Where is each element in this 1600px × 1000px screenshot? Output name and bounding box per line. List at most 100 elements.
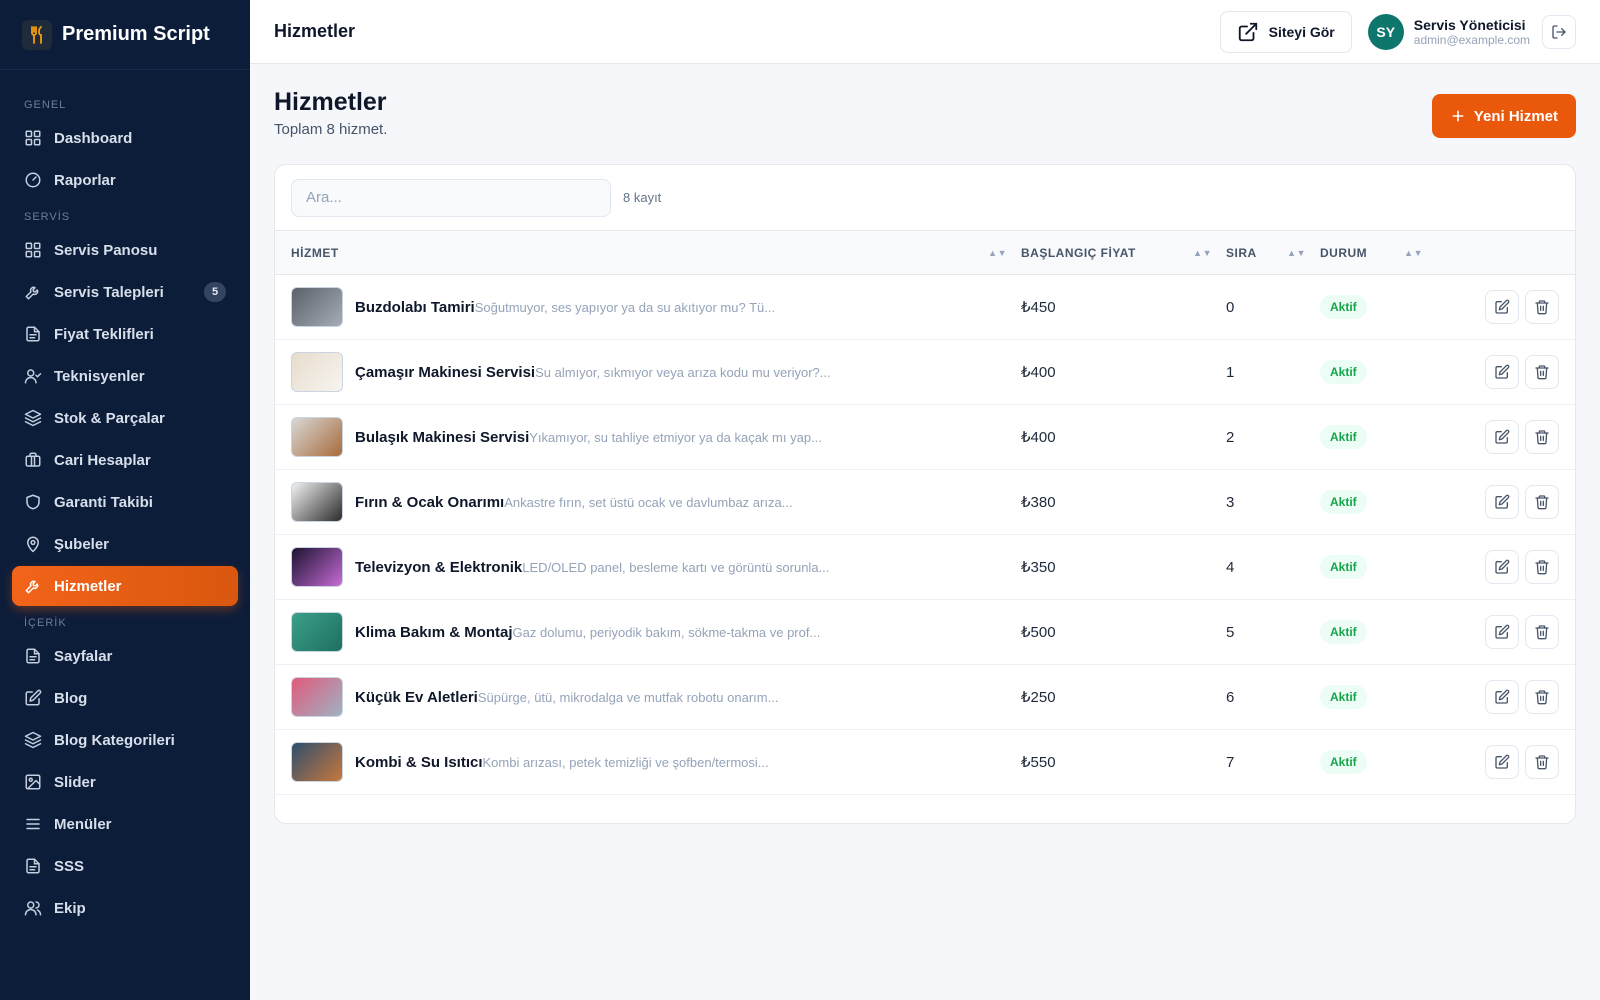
brand-title: Premium Script — [62, 23, 210, 45]
service-order: 7 — [1226, 753, 1235, 771]
edit-button[interactable] — [1485, 615, 1519, 649]
sidebar-item-blog[interactable]: Blog — [12, 678, 238, 718]
page-header: Hizmetler Toplam 8 hizmet. Yeni Hizmet — [274, 64, 1576, 164]
sidebar-item-badge: 5 — [204, 282, 226, 302]
edit-button[interactable] — [1485, 550, 1519, 584]
avatar[interactable]: SY — [1367, 13, 1404, 50]
sidebar-item-slider[interactable]: Slider — [12, 762, 238, 802]
service-name[interactable]: Televizyon & Elektronik — [355, 559, 522, 576]
wrench-icon — [25, 580, 39, 594]
sidebar-item-label: Garanti Takibi — [54, 493, 153, 511]
service-name[interactable]: Kombi & Su Isıtıcı — [355, 754, 483, 771]
map-pin-icon — [27, 536, 39, 553]
gauge-icon — [25, 172, 41, 188]
sidebar: Premium Script GENEL Dashboard Raporlar SER… — [0, 0, 250, 1000]
trash-icon — [1535, 430, 1549, 445]
delete-button[interactable] — [1525, 680, 1559, 714]
delete-button[interactable] — [1525, 355, 1559, 389]
search-input[interactable] — [291, 178, 611, 217]
delete-button[interactable] — [1525, 550, 1559, 584]
service-name[interactable]: Fırın & Ocak Onarımı — [355, 494, 504, 511]
row-actions — [1437, 420, 1575, 454]
column-label: DURUM — [1320, 245, 1368, 260]
table-row: Buzdolabı Tamiri Soğutmuyor, ses yapıyor … — [275, 275, 1575, 340]
sidebar-item-fiyat-teklifleri[interactable]: Fiyat Teklifleri — [12, 314, 238, 354]
edit-button[interactable] — [1485, 420, 1519, 454]
status-badge: Aktif — [1320, 425, 1367, 449]
sidebar-item-ekip[interactable]: Ekip — [12, 888, 238, 928]
service-thumbnail — [291, 547, 343, 587]
service-thumbnail — [291, 417, 343, 457]
logout-icon — [1552, 24, 1566, 39]
service-order: 2 — [1226, 428, 1235, 446]
page-subtitle: Toplam 8 hizmet. — [274, 121, 388, 138]
edit-button[interactable] — [1485, 290, 1519, 324]
sidebar-item-label: Servis Talepleri — [54, 283, 164, 301]
grid-icon — [25, 130, 41, 146]
row-actions — [1437, 550, 1575, 584]
service-price: ₺500 — [1021, 624, 1056, 641]
sidebar-item-teknisyenler[interactable]: Teknisyenler — [12, 356, 238, 396]
service-name[interactable]: Klima Bakım & Montaj — [355, 624, 513, 641]
table-header: HİZMET ▲▼ BAŞLANGIÇ FİYAT ▲▼ SIRA ▲▼ DURUM ▲… — [275, 231, 1575, 275]
service-description: LED/OLED panel, besleme kartı ve görüntü… — [522, 559, 830, 575]
nav-section-label: GENEL — [24, 99, 67, 111]
edit-icon — [1495, 299, 1510, 314]
sidebar-item-şubeler[interactable]: Şubeler — [12, 524, 238, 564]
delete-button[interactable] — [1525, 420, 1559, 454]
service-name[interactable]: Bulaşık Makinesi Servisi — [355, 429, 529, 446]
sidebar-item-menüler[interactable]: Menüler — [12, 804, 238, 844]
delete-button[interactable] — [1525, 485, 1559, 519]
sidebar-item-hizmetler[interactable]: Hizmetler — [12, 566, 238, 606]
column-header-price[interactable]: BAŞLANGIÇ FİYAT ▲▼ — [1021, 246, 1226, 260]
service-price: ₺400 — [1021, 364, 1056, 381]
status-cell: Aktif — [1320, 295, 1437, 319]
delete-button[interactable] — [1525, 290, 1559, 324]
service-cell: Fırın & Ocak Onarımı Ankastre fırın, set … — [275, 482, 1021, 522]
delete-button[interactable] — [1525, 745, 1559, 779]
status-badge: Aktif — [1320, 620, 1367, 644]
column-header-service[interactable]: HİZMET ▲▼ — [275, 246, 1021, 260]
status-cell: Aktif — [1320, 750, 1437, 774]
service-price: ₺450 — [1021, 299, 1056, 316]
grid-icon — [25, 242, 41, 258]
brand[interactable]: Premium Script — [0, 0, 250, 70]
edit-button[interactable] — [1485, 485, 1519, 519]
service-name[interactable]: Küçük Ev Aletleri — [355, 689, 478, 706]
sidebar-item-sss[interactable]: SSS — [12, 846, 238, 886]
service-name[interactable]: Çamaşır Makinesi Servisi — [355, 364, 535, 381]
sidebar-item-servis-panosu[interactable]: Servis Panosu — [12, 230, 238, 270]
trash-icon — [1535, 690, 1549, 705]
sidebar-item-servis-talepleri[interactable]: Servis Talepleri 5 — [12, 272, 238, 312]
edit-button[interactable] — [1485, 680, 1519, 714]
sort-icon: ▲▼ — [1404, 247, 1423, 258]
service-price: ₺550 — [1021, 754, 1056, 771]
view-site-button[interactable]: Siteyi Gör — [1219, 10, 1352, 53]
record-count: 8 kayıt — [623, 190, 662, 205]
sidebar-item-raporlar[interactable]: Raporlar — [12, 160, 238, 200]
new-service-label: Yeni Hizmet — [1473, 107, 1558, 125]
sidebar-item-dashboard[interactable]: Dashboard — [12, 118, 238, 158]
column-header-order[interactable]: SIRA ▲▼ — [1226, 246, 1320, 260]
edit-button[interactable] — [1485, 355, 1519, 389]
logout-button[interactable] — [1542, 14, 1576, 49]
new-service-button[interactable]: Yeni Hizmet — [1431, 94, 1576, 138]
sidebar-item-stok-parçalar[interactable]: Stok & Parçalar — [12, 398, 238, 438]
main-content: Hizmetler Toplam 8 hizmet. Yeni Hizmet 8… — [250, 64, 1600, 1000]
sidebar-item-blog-kategorileri[interactable]: Blog Kategorileri — [12, 720, 238, 760]
trash-icon — [1535, 560, 1549, 575]
sidebar-item-cari-hesaplar[interactable]: Cari Hesaplar — [12, 440, 238, 480]
edit-button[interactable] — [1485, 745, 1519, 779]
sidebar-item-label: SSS — [54, 857, 85, 875]
sort-icon: ▲▼ — [1193, 247, 1212, 258]
sidebar-item-garanti-takibi[interactable]: Garanti Takibi — [12, 482, 238, 522]
service-thumbnail — [291, 287, 343, 327]
delete-button[interactable] — [1525, 615, 1559, 649]
service-name[interactable]: Buzdolabı Tamiri — [355, 299, 475, 316]
sidebar-item-sayfalar[interactable]: Sayfalar — [12, 636, 238, 676]
briefcase-icon — [25, 452, 41, 467]
service-description: Gaz dolumu, periyodik bakım, sökme-takma… — [512, 624, 821, 640]
status-cell: Aktif — [1320, 685, 1437, 709]
column-header-status[interactable]: DURUM ▲▼ — [1320, 246, 1437, 260]
service-price: ₺380 — [1021, 494, 1056, 511]
